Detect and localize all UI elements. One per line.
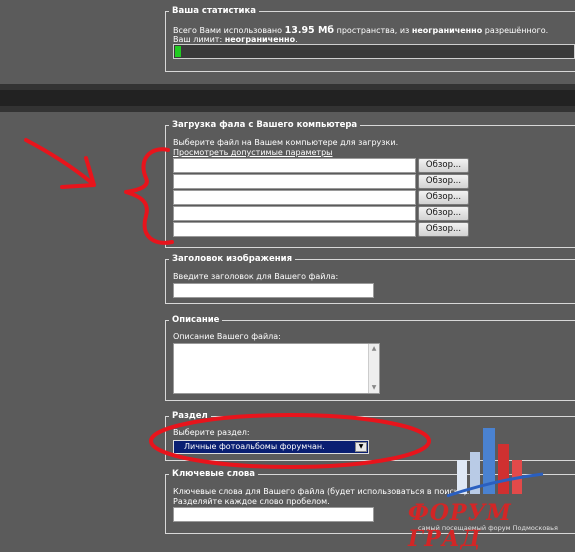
browse-button-1[interactable]: Обзор... [418,158,469,173]
file-input-4[interactable] [173,206,416,221]
limit-value: неограниченно [224,35,296,44]
watermark-tagline: самый посещаемый форум Подмосковья [418,524,558,532]
upload-instruction: Выберите файл на Вашем компьютере для за… [173,138,399,147]
chevron-down-icon[interactable]: ▼ [355,442,367,452]
keywords-label-2: Разделяйте каждое слово пробелом. [173,497,330,506]
category-selected-value: Личные фотоальбомы форумчан. [184,442,325,451]
annotation-arrowhead-icon [60,156,96,189]
category-legend: Раздел [172,411,208,421]
storage-progress-bar [173,44,575,59]
keywords-legend: Ключевые слова [172,469,256,479]
file-input-1[interactable] [173,158,416,173]
annotation-arrow-icon [24,138,94,185]
stats-limit-text: Ваш лимит: неограниченно. [173,35,298,44]
forum-logo-icon [446,428,544,498]
stats-legend: Ваша статистика [172,6,256,16]
category-label: Выберите раздел: [173,428,250,437]
file-input-3[interactable] [173,190,416,205]
scroll-up-icon[interactable]: ▲ [369,344,379,354]
browse-button-4[interactable]: Обзор... [418,206,469,221]
view-params-link[interactable]: Просмотреть допустимые параметры [173,148,332,157]
category-select[interactable]: Личные фотоальбомы форумчан. ▼ [173,440,369,454]
description-legend: Описание [172,315,220,325]
title-input[interactable] [173,283,374,298]
scroll-down-icon[interactable]: ▼ [369,383,379,393]
description-textarea[interactable]: ▲ ▼ [173,343,380,394]
title-legend: Заголовок изображения [172,254,293,264]
upload-legend: Загрузка фала с Вашего компьютера [172,120,358,130]
file-input-5[interactable] [173,222,416,237]
title-label: Введите заголовок для Вашего файла: [173,272,339,281]
browse-button-3[interactable]: Обзор... [418,190,469,205]
storage-progress-fill [175,46,181,57]
browse-button-5[interactable]: Обзор... [418,222,469,237]
description-scrollbar[interactable]: ▲ ▼ [368,344,379,393]
file-input-2[interactable] [173,174,416,189]
description-label: Описание Вашего файла: [173,332,281,341]
section-divider [0,84,575,112]
browse-button-2[interactable]: Обзор... [418,174,469,189]
keywords-label-1: Ключевые слова для Вашего файла (будет и… [173,487,470,496]
keywords-input[interactable] [173,507,374,522]
